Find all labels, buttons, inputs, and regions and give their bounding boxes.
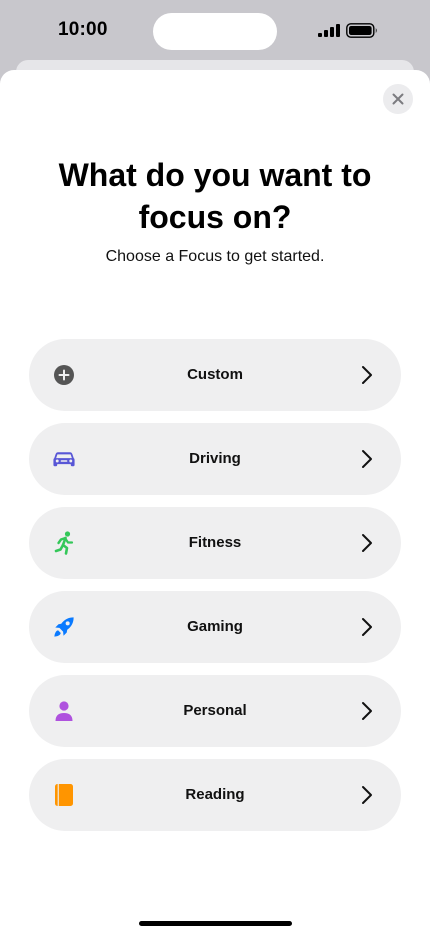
focus-option-reading[interactable]: Reading: [29, 759, 401, 831]
focus-option-driving[interactable]: Driving: [29, 423, 401, 495]
home-indicator[interactable]: [139, 921, 292, 926]
xmark-icon: [392, 93, 404, 105]
chevron-right-icon: [362, 366, 372, 384]
chevron-right-icon: [362, 702, 372, 720]
focus-setup-sheet: What do you want to focus on? Choose a F…: [0, 70, 430, 934]
focus-option-fitness[interactable]: Fitness: [29, 507, 401, 579]
cellular-signal-icon: [318, 24, 340, 37]
chevron-right-icon: [362, 450, 372, 468]
focus-option-label: Driving: [189, 450, 241, 467]
screen: 10:00 What do you want to focus on? Choo…: [0, 0, 430, 934]
dynamic-island: [153, 13, 277, 50]
battery-icon: [346, 23, 377, 38]
focus-option-label: Custom: [187, 366, 243, 383]
page-subtitle: Choose a Focus to get started.: [105, 248, 325, 265]
focus-option-custom[interactable]: Custom: [29, 339, 401, 411]
focus-option-gaming[interactable]: Gaming: [29, 591, 401, 663]
close-button[interactable]: [383, 84, 413, 114]
page-title: What do you want to focus on?: [58, 157, 372, 235]
focus-option-label: Personal: [183, 702, 247, 719]
status-time: 10:00: [58, 19, 108, 40]
focus-option-label: Fitness: [188, 534, 242, 551]
chevron-right-icon: [362, 618, 372, 636]
focus-options-list: Custom Driving Fitness Gaming Personal R…: [29, 339, 401, 843]
status-bar: 10:00: [0, 0, 430, 62]
chevron-right-icon: [362, 534, 372, 552]
focus-option-personal[interactable]: Personal: [29, 675, 401, 747]
focus-option-label: Reading: [185, 786, 245, 803]
focus-option-label: Gaming: [187, 618, 243, 635]
chevron-right-icon: [362, 786, 372, 804]
